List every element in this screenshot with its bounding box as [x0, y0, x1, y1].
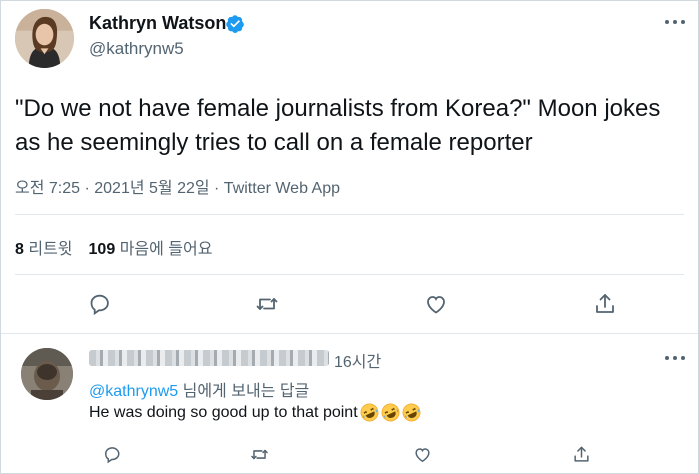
replying-to-mention[interactable]: @kathrynw5 — [89, 383, 178, 400]
author-name[interactable]: Kathryn Watson — [89, 13, 226, 34]
reply-text: He was doing so good up to that point — [89, 403, 421, 422]
tweet-timestamp[interactable]: 오전 7:25 · 2021년 5월 22일 · Twitter Web App — [15, 174, 340, 198]
retweet-icon — [250, 449, 268, 459]
share-icon — [596, 294, 614, 313]
divider — [15, 274, 684, 275]
reply-text-content: He was doing so good up to that point — [89, 403, 358, 421]
divider — [15, 214, 684, 215]
heart-icon — [414, 447, 430, 462]
reply-like-button[interactable] — [410, 442, 434, 466]
rolling-on-floor-laughing-icon — [381, 403, 400, 422]
verified-badge-icon — [225, 14, 245, 34]
reply-icon — [104, 446, 120, 463]
retweet-button[interactable] — [252, 289, 282, 319]
reply-button[interactable] — [85, 289, 115, 319]
heart-icon — [427, 296, 445, 314]
reply-author-avatar[interactable] — [21, 348, 73, 400]
rolling-on-floor-laughing-icon — [402, 403, 421, 422]
more-options-icon[interactable] — [662, 15, 688, 29]
retweet-icon — [256, 298, 278, 310]
tweet-stats: 8 리트윗 109 마음에 들어요 — [15, 235, 212, 259]
divider — [1, 333, 698, 334]
tweet-card: Kathryn Watson @kathrynw5 "Do we not hav… — [0, 0, 699, 474]
reply-retweet-button[interactable] — [247, 442, 271, 466]
reply-reply-button[interactable] — [100, 442, 124, 466]
author-handle[interactable]: @kathrynw5 — [89, 39, 184, 59]
like-button[interactable] — [421, 289, 451, 319]
like-label[interactable]: 마음에 들어요 — [120, 241, 213, 258]
reply-icon — [90, 294, 109, 316]
like-count[interactable]: 109 — [89, 241, 116, 258]
author-avatar[interactable] — [15, 9, 74, 68]
tweet-text: "Do we not have female journalists from … — [15, 95, 661, 156]
retweet-count[interactable]: 8 — [15, 241, 24, 258]
reply-more-options-icon[interactable] — [662, 351, 688, 365]
retweet-label[interactable]: 리트윗 — [28, 241, 72, 258]
reply-timestamp[interactable]: 16시간 — [334, 348, 381, 372]
replying-to: @kathrynw5 님에게 보내는 답글 — [89, 377, 309, 401]
reply-author-name-blurred[interactable] — [89, 350, 329, 366]
share-icon — [573, 446, 589, 462]
replying-to-suffix: 님에게 보내는 답글 — [178, 383, 310, 400]
reply-share-button[interactable] — [569, 442, 593, 466]
share-button[interactable] — [590, 289, 620, 319]
rolling-on-floor-laughing-icon — [360, 403, 379, 422]
